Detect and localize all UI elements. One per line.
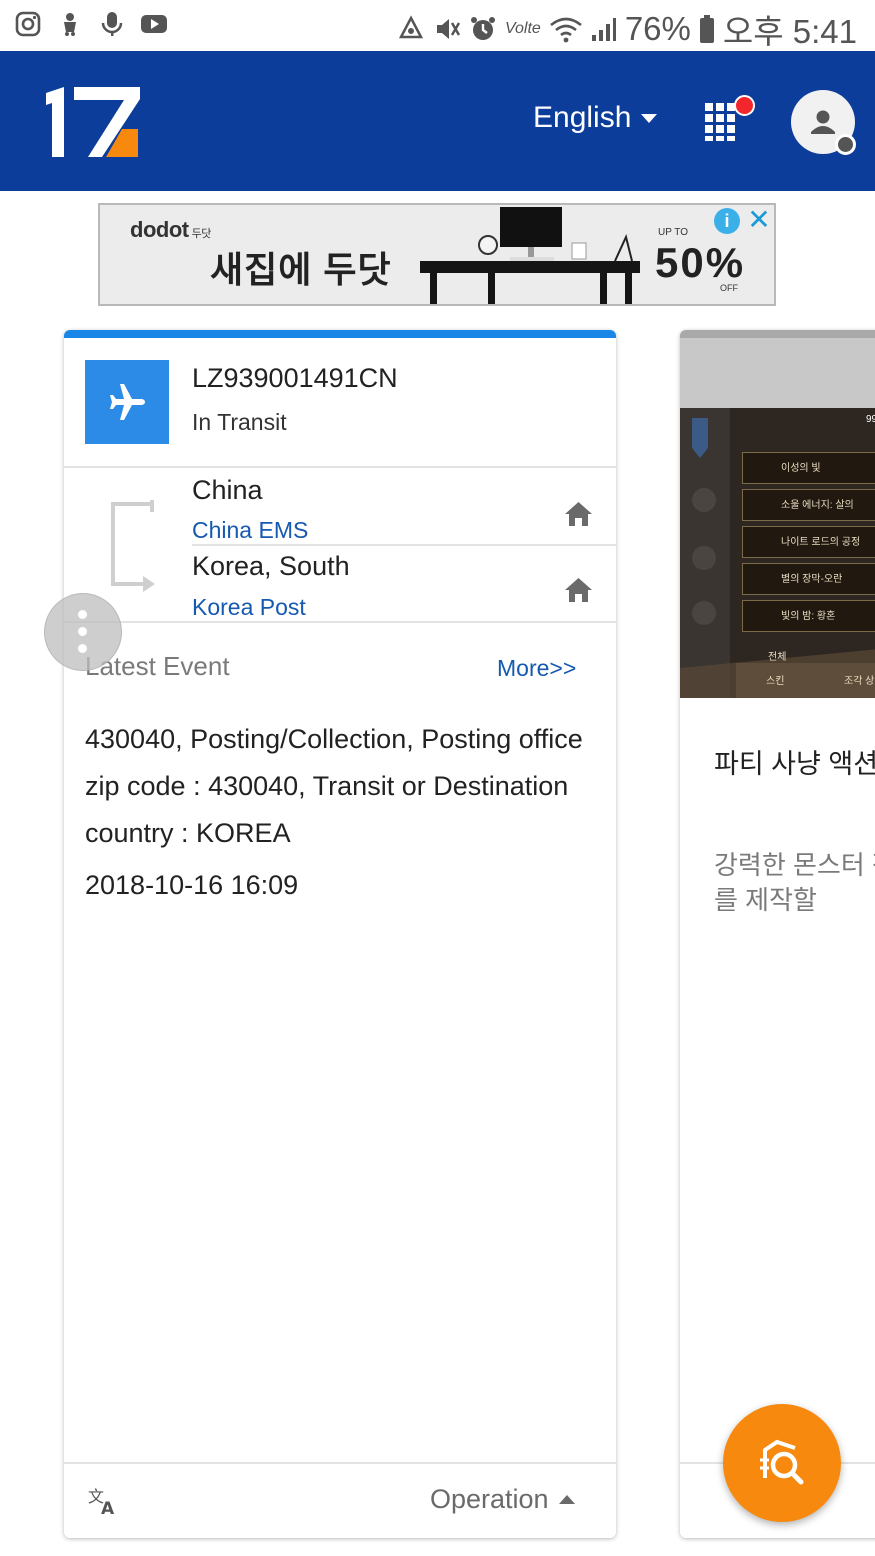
airplane-icon — [110, 384, 145, 420]
mic-icon — [101, 12, 123, 36]
ad-banner[interactable]: dodot 두닷 새집에 두닷 UP TO 50% OFF i ✕ — [98, 203, 776, 306]
game-tab: 전체 — [768, 652, 787, 663]
gem-count: 99 — [866, 414, 875, 425]
network-label: Volte — [504, 20, 541, 37]
wifi-icon — [550, 17, 582, 43]
game-screenshot: 이성의 빛 소울 에너지: 살의 나이트 로드의 공정 별의 장막-오란 빛의 … — [680, 408, 875, 698]
operation-label: Operation — [430, 1484, 549, 1514]
track-search-icon — [760, 1439, 804, 1485]
logo-17[interactable] — [44, 87, 144, 161]
origin-country: China — [192, 475, 263, 505]
destination-carrier-link[interactable]: Korea Post — [192, 594, 306, 621]
track-search-button[interactable] — [723, 1404, 841, 1522]
divider — [64, 621, 616, 623]
online-status-dot — [835, 134, 856, 155]
destination-country: Korea, South — [192, 551, 350, 581]
language-selector[interactable]: English — [533, 101, 658, 135]
notification-dot — [734, 95, 755, 116]
tracking-card: LZ939001491CN In Transit China China EMS… — [64, 330, 616, 1538]
promo-header — [680, 338, 875, 408]
ad-upto: UP TO — [658, 227, 689, 238]
more-vertical-icon — [78, 610, 87, 619]
divider — [192, 544, 616, 546]
game-item: 별의 장막-오란 — [742, 563, 875, 595]
alarm-icon — [470, 17, 495, 40]
divider — [64, 466, 616, 468]
battery-icon — [699, 15, 714, 43]
promo-description: 강력한 몬스터 장비를 제작할 — [714, 850, 875, 915]
ad-headline: 새집에 두닷 — [210, 249, 392, 290]
game-item: 나이트 로드의 공정 — [742, 526, 875, 558]
clock: 오후 5:41 — [722, 13, 857, 50]
youtube-icon — [141, 15, 167, 33]
latest-event-text: 430040, Posting/Collection, Posting offi… — [85, 724, 583, 848]
transport-badge — [85, 360, 169, 444]
divider — [64, 1462, 616, 1464]
operation-toggle[interactable]: Operation — [430, 1484, 575, 1515]
chevron-down-icon — [641, 113, 658, 123]
app-icon — [64, 13, 76, 36]
battery-percent: 76% — [624, 10, 691, 47]
origin-carrier-link[interactable]: China EMS — [192, 517, 308, 544]
desk-image — [420, 207, 640, 304]
game-item: 빛의 밤: 황혼 — [742, 600, 875, 632]
translate-icon[interactable]: 文 A — [88, 1486, 118, 1516]
game-item: 소울 에너지: 살의 — [742, 489, 875, 521]
promo-card[interactable]: 이성의 빛 소울 에너지: 살의 나이트 로드의 공정 별의 장막-오란 빛의 … — [680, 330, 875, 1538]
ad-brand: dodot 두닷 — [130, 217, 211, 242]
info-icon[interactable]: i — [714, 208, 740, 234]
mute-icon — [436, 19, 461, 39]
game-tab: 조각 상 — [844, 676, 875, 687]
home-icon[interactable] — [564, 501, 593, 527]
home-icon[interactable] — [564, 577, 593, 603]
latest-event-time: 2018-10-16 16:09 — [85, 870, 299, 900]
tracking-number[interactable]: LZ939001491CN — [192, 363, 398, 394]
language-label: English — [533, 101, 632, 134]
app-header: English — [0, 51, 875, 191]
chevron-up-icon — [558, 1495, 575, 1504]
more-link[interactable]: More>> — [497, 655, 576, 682]
ad-off: OFF — [720, 283, 738, 293]
tracking-status: In Transit — [192, 409, 287, 435]
promo-title: 파티 사냥 액션중 — [714, 749, 875, 779]
route-connector-icon — [111, 500, 155, 592]
ad-discount: 50% — [655, 239, 746, 286]
svg-text:A: A — [101, 1499, 115, 1516]
close-icon[interactable]: ✕ — [746, 206, 772, 234]
game-item: 이성의 빛 — [742, 452, 875, 484]
instagram-icon — [15, 11, 41, 37]
status-bar: Volte 76% 오후 5:41 — [0, 0, 875, 51]
recycle-icon — [398, 15, 424, 39]
game-tab: 스킨 — [766, 676, 785, 687]
signal-icon — [591, 18, 616, 41]
floating-menu-button[interactable] — [44, 593, 122, 671]
